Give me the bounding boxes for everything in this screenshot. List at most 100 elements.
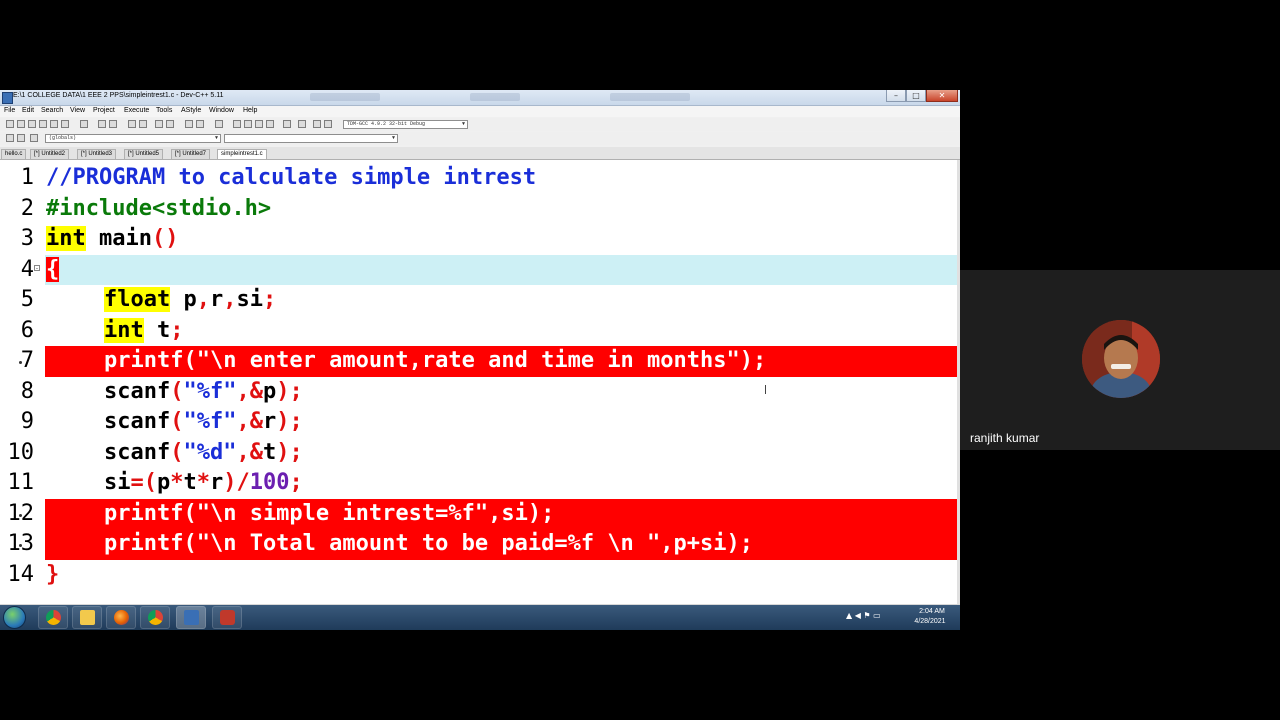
- identifier: scanf: [104, 409, 171, 434]
- toggle-bookmark-icon[interactable]: [166, 120, 174, 128]
- code-editor[interactable]: 1 //PROGRAM to calculate simple intrest …: [0, 160, 957, 604]
- insert-icon[interactable]: [6, 134, 14, 142]
- symbol: );: [276, 409, 303, 434]
- run-icon[interactable]: [244, 120, 252, 128]
- symbol: ,&: [236, 439, 263, 465]
- taskbar-chrome[interactable]: [38, 606, 68, 629]
- tab-hello[interactable]: hello.c: [1, 149, 27, 159]
- line-number: 9: [20, 409, 34, 434]
- identifier: main: [85, 226, 152, 251]
- tab-untitled3[interactable]: [*] Untitled3: [77, 149, 117, 159]
- fold-toggle-icon[interactable]: -: [34, 264, 40, 271]
- chrome-icon: [46, 610, 61, 625]
- title-bar-reflection: [610, 93, 690, 101]
- menu-project[interactable]: Project: [93, 107, 115, 114]
- tab-simpleintrest1[interactable]: simpleintrest1.c: [217, 149, 267, 159]
- close-file-icon[interactable]: [50, 120, 58, 128]
- code-line: 11 si=(p*t*r)/100;: [0, 468, 957, 499]
- close-all-icon[interactable]: [61, 120, 69, 128]
- title-bar[interactable]: E:\1 COLLEGE DATA\1 EEE 2 PPS\simpleintr…: [0, 90, 960, 106]
- find-icon[interactable]: [128, 120, 136, 128]
- scope-select[interactable]: (globals) ▼: [45, 134, 221, 143]
- print-icon[interactable]: [80, 120, 88, 128]
- code-text: scanf("%f",&p);: [104, 377, 303, 407]
- identifier: r: [262, 409, 277, 434]
- line-number: 12: [7, 500, 35, 526]
- symbol: ,: [196, 287, 210, 312]
- main-toolbar: TDM-GCC 4.9.2 32-bit Debug ▼: [0, 118, 960, 131]
- participant-name: ranjith kumar: [970, 431, 1040, 445]
- window-title: E:\1 COLLEGE DATA\1 EEE 2 PPS\simpleintr…: [13, 92, 224, 99]
- syntax-check-icon[interactable]: [283, 120, 291, 128]
- line-number: 10: [7, 439, 35, 465]
- new-file-icon[interactable]: [6, 120, 14, 128]
- member-select[interactable]: ▼: [224, 134, 398, 143]
- taskbar-firefox[interactable]: [106, 606, 136, 629]
- menu-window[interactable]: Window: [209, 107, 234, 114]
- identifier: si: [104, 470, 131, 495]
- rebuild-all-icon[interactable]: [266, 120, 274, 128]
- taskbar-devcpp[interactable]: [176, 606, 206, 629]
- compiler-select[interactable]: TDM-GCC 4.9.2 32-bit Debug ▼: [343, 120, 468, 129]
- keyword: int: [104, 317, 144, 343]
- code-text: si=(p*t*r)/100;: [104, 468, 303, 498]
- number: 100: [249, 470, 290, 495]
- code-text: {: [46, 255, 60, 285]
- tab-untitled5[interactable]: [*] Untitled5: [124, 149, 164, 159]
- minimize-button[interactable]: –: [886, 90, 906, 102]
- save-all-icon[interactable]: [39, 120, 47, 128]
- taskbar-chrome-2[interactable]: [140, 606, 170, 629]
- breakpoint-dot-icon[interactable]: [19, 361, 22, 364]
- taskbar-explorer[interactable]: [72, 606, 102, 629]
- menu-tools[interactable]: Tools: [156, 107, 172, 114]
- menu-help[interactable]: Help: [243, 107, 257, 114]
- breakpoint-dot-icon[interactable]: [19, 513, 22, 517]
- menu-view[interactable]: View: [70, 107, 85, 114]
- code-text: printf("\n simple intrest=%f",si);: [104, 500, 555, 526]
- debug-stop-icon[interactable]: [298, 120, 306, 128]
- menu-execute[interactable]: Execute: [124, 107, 149, 114]
- profile-icon[interactable]: [313, 120, 321, 128]
- identifier: scanf: [104, 439, 171, 465]
- back-icon[interactable]: [185, 120, 193, 128]
- identifier: t: [183, 470, 197, 495]
- line-number: 2: [20, 195, 34, 221]
- menu-search[interactable]: Search: [41, 107, 63, 114]
- symbol: ,: [223, 287, 237, 312]
- start-button[interactable]: [3, 606, 26, 629]
- mouse-ibeam-cursor-icon: [765, 385, 766, 394]
- breakpoint-dot-icon[interactable]: [19, 544, 22, 547]
- save-icon[interactable]: [28, 120, 36, 128]
- maximize-button[interactable]: □: [906, 90, 926, 102]
- taskbar-recorder[interactable]: [212, 606, 242, 629]
- tab-untitled7[interactable]: [*] Untitled7: [171, 149, 211, 159]
- code-text: printf("\n enter amount,rate and time in…: [104, 348, 767, 373]
- compile-icon[interactable]: [233, 120, 241, 128]
- toggle-comment-icon[interactable]: [17, 134, 25, 142]
- undo-icon[interactable]: [98, 120, 106, 128]
- open-file-icon[interactable]: [17, 120, 25, 128]
- line-number: 13: [2, 529, 35, 559]
- symbol: ,&: [236, 409, 263, 434]
- menu-astyle[interactable]: AStyle: [181, 107, 201, 114]
- identifier: t: [143, 317, 171, 343]
- indent-icon[interactable]: [30, 134, 38, 142]
- close-button[interactable]: ✕: [926, 90, 958, 102]
- clock-date[interactable]: 4/28/2021: [908, 618, 952, 625]
- participant-avatar: [1082, 320, 1160, 398]
- redo-icon[interactable]: [109, 120, 117, 128]
- system-tray-icons[interactable]: ▲ ◀ ⚑ ▭: [846, 611, 881, 620]
- compile-run-icon[interactable]: [255, 120, 263, 128]
- code-line-breakpoint: 13 printf("\n Total amount to be paid=%f…: [0, 529, 957, 560]
- code-line-breakpoint: 7 printf("\n enter amount,rate and time …: [0, 346, 957, 377]
- debug-icon[interactable]: [324, 120, 332, 128]
- menu-file[interactable]: File: [4, 107, 15, 114]
- code-text: int main(): [46, 224, 178, 254]
- clock-time[interactable]: 2:04 AM: [912, 608, 952, 615]
- goto-line-icon[interactable]: [155, 120, 163, 128]
- tab-untitled2[interactable]: [*] Untitled2: [30, 149, 70, 159]
- forward-icon[interactable]: [196, 120, 204, 128]
- stop-icon[interactable]: [215, 120, 223, 128]
- menu-edit[interactable]: Edit: [22, 107, 34, 114]
- replace-icon[interactable]: [139, 120, 147, 128]
